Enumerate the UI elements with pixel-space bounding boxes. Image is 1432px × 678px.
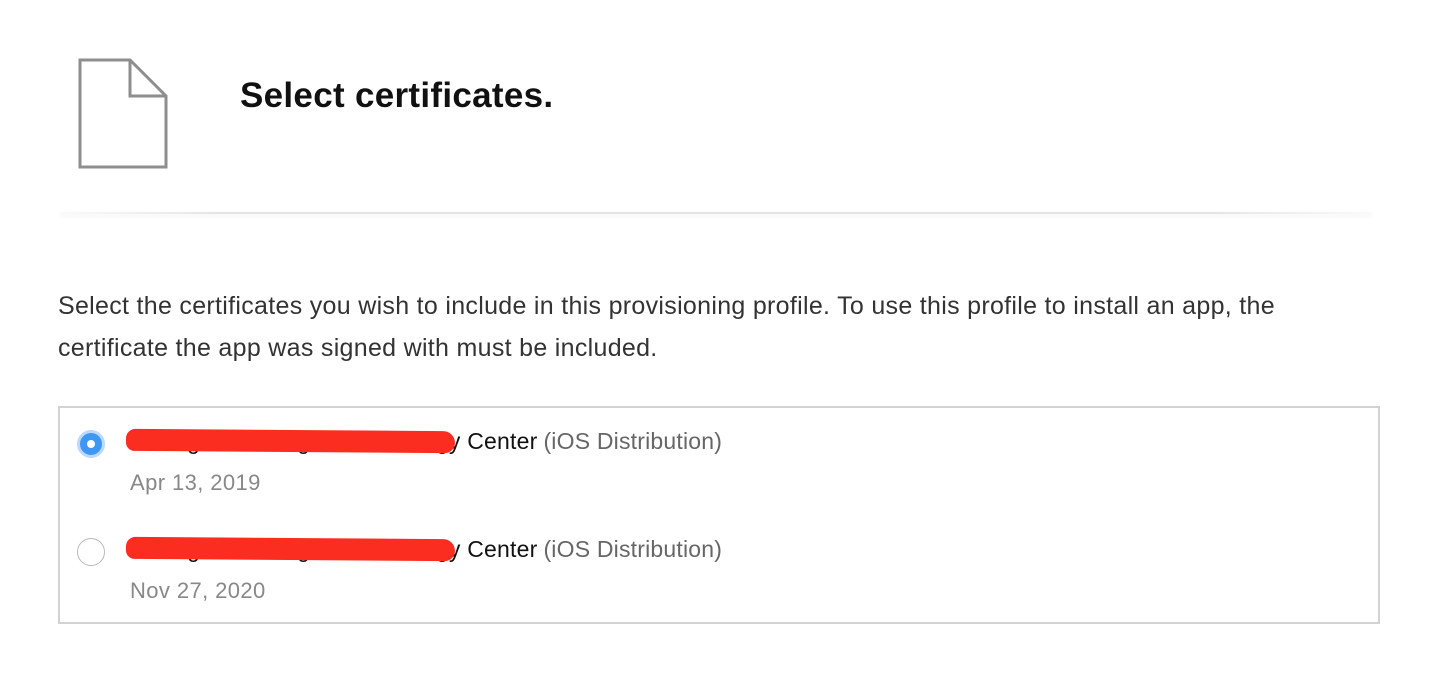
redaction-mark [125,428,456,454]
certificate-name-line: Guangzhou Weigao Technology Center(iOS D… [125,428,723,455]
page: Select certificates. Select the certific… [0,0,1432,678]
page-title: Select certificates. [240,76,554,115]
radio-button[interactable] [77,538,105,566]
header-divider [60,212,1372,214]
intro-text: Select the certificates you wish to incl… [58,292,1275,362]
certificate-name: Guangzhou Weigao Technology Center [125,428,537,454]
certificate-type: (iOS Distribution) [543,428,723,454]
radio-dot-icon [87,440,95,448]
radio-button-selected[interactable] [77,430,105,458]
certificate-type: (iOS Distribution) [543,536,723,562]
certificate-option[interactable]: Guangzhou Weigao Technology Center(iOS D… [60,424,1378,524]
certificate-name: Guangzhou Weigao Technology Center [125,536,537,562]
certificate-date: Apr 13, 2019 [130,470,261,495]
redaction-mark [125,536,456,562]
document-icon [78,58,168,170]
certificate-date: Nov 27, 2020 [130,578,266,603]
certificate-option[interactable]: Guangzhou Weigao Technology Center(iOS D… [60,532,1378,632]
certificate-name-line: Guangzhou Weigao Technology Center(iOS D… [125,536,723,563]
certificate-list: Guangzhou Weigao Technology Center(iOS D… [58,406,1380,624]
